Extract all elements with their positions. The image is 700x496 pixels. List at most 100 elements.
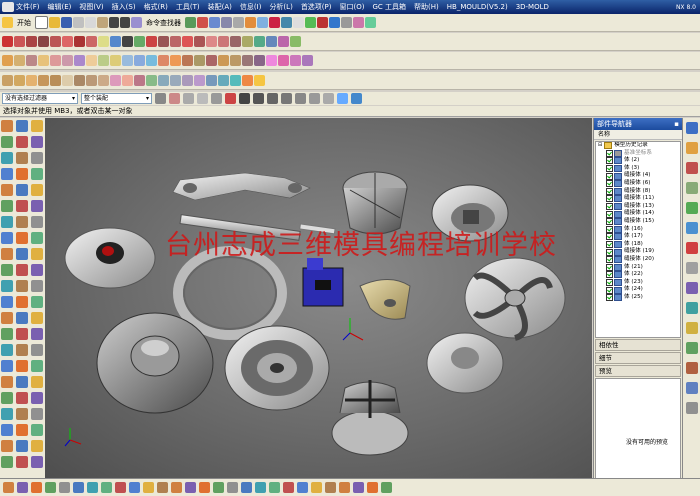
hidden-icon[interactable] bbox=[339, 482, 350, 493]
shade-icon[interactable] bbox=[311, 482, 322, 493]
point-icon[interactable] bbox=[50, 36, 61, 47]
revolve-icon[interactable] bbox=[14, 55, 25, 66]
tree-item[interactable]: 缝接体 (14) bbox=[596, 210, 680, 218]
snap-curve-icon[interactable] bbox=[253, 93, 264, 104]
ellipse-icon[interactable] bbox=[86, 36, 97, 47]
law-curve-icon[interactable] bbox=[110, 36, 121, 47]
cone-icon[interactable] bbox=[50, 55, 61, 66]
x-form-icon[interactable] bbox=[134, 75, 145, 86]
blend-tool-icon[interactable] bbox=[1, 200, 13, 212]
through-curves-icon[interactable] bbox=[14, 75, 25, 86]
chevron-down-icon[interactable]: ▾ bbox=[146, 94, 149, 103]
snap-midpoint-icon[interactable] bbox=[225, 93, 236, 104]
chamfer-curve-icon[interactable] bbox=[242, 36, 253, 47]
menu-insert[interactable]: 插入(S) bbox=[112, 2, 136, 12]
through-mesh-icon[interactable] bbox=[26, 75, 37, 86]
menu-analysis[interactable]: 分析(L) bbox=[269, 2, 292, 12]
hole-tool-icon[interactable] bbox=[31, 200, 43, 212]
checkbox-icon[interactable] bbox=[606, 263, 613, 271]
paste-icon[interactable] bbox=[97, 17, 108, 28]
menu-help[interactable]: 帮助(H) bbox=[414, 2, 439, 12]
n-sided-icon[interactable] bbox=[50, 75, 61, 86]
preview-section[interactable]: 预览 bbox=[595, 365, 681, 377]
training-icon[interactable] bbox=[685, 382, 698, 394]
extrude-tool-icon[interactable] bbox=[16, 312, 28, 324]
selection-scope-select[interactable]: 整个装配 ▾ bbox=[81, 93, 152, 104]
chamfer-tool-icon[interactable] bbox=[16, 456, 28, 468]
cup-part[interactable] bbox=[331, 380, 409, 456]
blend-tool-icon[interactable] bbox=[1, 392, 13, 404]
color-icon[interactable] bbox=[365, 17, 376, 28]
shaded-icon[interactable] bbox=[233, 17, 244, 28]
tree-item[interactable]: 体 (24) bbox=[596, 286, 680, 294]
start-icon[interactable] bbox=[2, 17, 13, 28]
hd3d-tools-icon[interactable] bbox=[685, 202, 698, 214]
tree-item[interactable]: 缝接体 (6) bbox=[596, 180, 680, 188]
menu-window[interactable]: 窗口(O) bbox=[340, 2, 365, 12]
extract-curve-icon[interactable] bbox=[194, 36, 205, 47]
feature-tree[interactable]: ⊟ 模型历史记录 基准坐标系 体 (2) 体 (3) 缝接体 (4) 缝接体 (6) 缝… bbox=[595, 141, 681, 338]
cap-part[interactable] bbox=[426, 332, 504, 394]
camera-icon[interactable] bbox=[283, 482, 294, 493]
sketch-tool-icon[interactable] bbox=[1, 248, 13, 260]
part-navigator-icon[interactable] bbox=[685, 162, 698, 174]
edge-blend-icon[interactable] bbox=[158, 55, 169, 66]
chamfer-tool-icon[interactable] bbox=[16, 264, 28, 276]
extrude-tool-icon[interactable] bbox=[16, 120, 28, 132]
trim-curve-icon[interactable] bbox=[206, 36, 217, 47]
shell-icon[interactable] bbox=[182, 55, 193, 66]
spline-icon[interactable] bbox=[38, 36, 49, 47]
start-button[interactable]: 开始 bbox=[17, 18, 31, 28]
snap-icon[interactable] bbox=[143, 482, 154, 493]
analysis-icon[interactable] bbox=[129, 482, 140, 493]
manufacturing-wizard-icon[interactable] bbox=[685, 302, 698, 314]
pattern-icon[interactable] bbox=[242, 55, 253, 66]
checkbox-icon[interactable] bbox=[606, 241, 613, 249]
redo-icon[interactable] bbox=[120, 17, 130, 28]
layer-icon[interactable] bbox=[185, 482, 196, 493]
snap-point-icon[interactable] bbox=[323, 93, 334, 104]
select-all-icon[interactable] bbox=[169, 93, 180, 104]
offset-surface-icon[interactable] bbox=[98, 75, 109, 86]
tree-item[interactable]: 体 (16) bbox=[596, 226, 680, 234]
shell-tool-icon[interactable] bbox=[1, 408, 13, 420]
extrude-tool-icon[interactable] bbox=[16, 440, 28, 452]
edit-curve-icon[interactable] bbox=[254, 36, 265, 47]
save-icon[interactable] bbox=[61, 17, 72, 28]
blend-tool-icon[interactable] bbox=[1, 456, 13, 468]
fit-icon[interactable] bbox=[353, 482, 364, 493]
offset-curve-icon[interactable] bbox=[134, 36, 145, 47]
snap-line-icon[interactable] bbox=[239, 93, 250, 104]
assembly-navigator-icon[interactable] bbox=[685, 122, 698, 134]
undo-icon[interactable] bbox=[109, 17, 119, 28]
polygon-icon[interactable] bbox=[74, 36, 85, 47]
details-section[interactable]: 细节 bbox=[595, 352, 681, 364]
cylinder-icon[interactable] bbox=[38, 55, 49, 66]
wire-icon[interactable] bbox=[325, 482, 336, 493]
chamfer-tool-icon[interactable] bbox=[16, 200, 28, 212]
resize-blend-icon[interactable] bbox=[194, 75, 205, 86]
copy-icon[interactable] bbox=[3, 482, 14, 493]
replace-face-icon[interactable] bbox=[170, 75, 181, 86]
menu-hb-mould[interactable]: HB_MOULD(V5.2) bbox=[447, 3, 508, 11]
zoom-icon[interactable] bbox=[367, 482, 378, 493]
pattern-tool-icon[interactable] bbox=[16, 344, 28, 356]
revolve-tool-icon[interactable] bbox=[31, 440, 43, 452]
checkbox-icon[interactable] bbox=[606, 172, 613, 180]
type-filter-select[interactable]: 没有选择过滤器 ▾ bbox=[2, 93, 78, 104]
show-icon[interactable] bbox=[353, 17, 364, 28]
info-icon[interactable] bbox=[227, 482, 238, 493]
tree-item[interactable]: 体 (2) bbox=[596, 157, 680, 165]
chamfer-tool-icon[interactable] bbox=[16, 328, 28, 340]
intersect-curve-icon[interactable] bbox=[170, 36, 181, 47]
orient-icon[interactable] bbox=[245, 17, 256, 28]
pad-icon[interactable] bbox=[110, 55, 121, 66]
navigator-column-name[interactable]: 名称 bbox=[594, 130, 682, 140]
palette-icon[interactable] bbox=[685, 362, 698, 374]
view-icon[interactable] bbox=[297, 482, 308, 493]
tree-root[interactable]: ⊟ 模型历史记录 bbox=[596, 142, 680, 150]
ruled-icon[interactable] bbox=[2, 75, 13, 86]
project-curve-icon[interactable] bbox=[158, 36, 169, 47]
selection-box-icon[interactable] bbox=[197, 93, 208, 104]
tree-item[interactable]: 体 (25) bbox=[596, 294, 680, 302]
